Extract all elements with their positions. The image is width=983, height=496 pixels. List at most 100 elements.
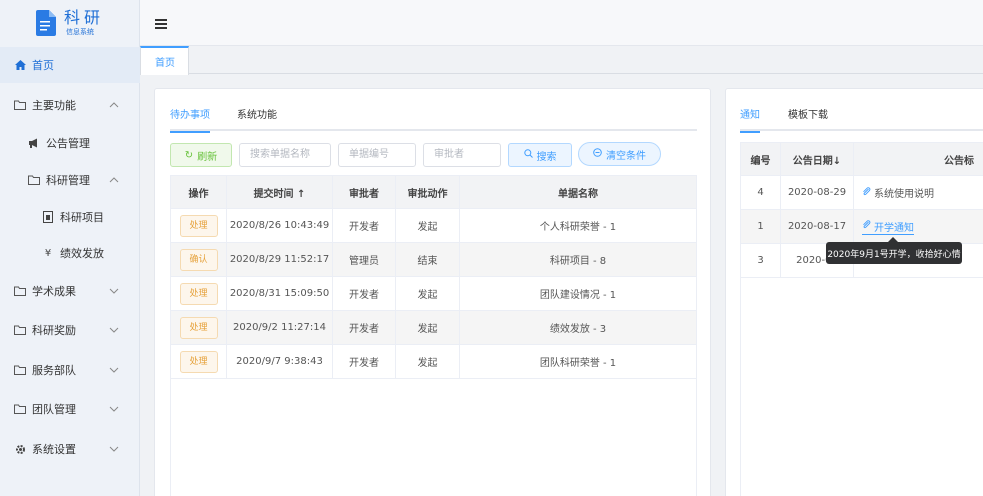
- column-header: 操作: [170, 175, 227, 209]
- sidebar-item-label: 科研奖励: [32, 324, 76, 337]
- table-row: 处理 2020/8/26 10:43:49 开发者 发起 个人科研荣誉 - 1: [170, 208, 697, 243]
- column-header: 公告标: [853, 142, 983, 176]
- submit-time: 2020/8/31 15:09:50: [226, 276, 333, 311]
- sidebar-item-label: 科研管理: [46, 174, 90, 187]
- tab-system-functions[interactable]: 系统功能: [237, 109, 277, 131]
- page-tab-bar: 首页: [140, 46, 983, 75]
- home-icon: [14, 59, 26, 71]
- sidebar-item-label: 主要功能: [32, 99, 76, 112]
- chevron-down-icon: [108, 443, 120, 455]
- sidebar-item-label: 首页: [32, 59, 54, 72]
- chevron-down-icon: [108, 285, 120, 297]
- search-name-input[interactable]: 搜索单据名称: [239, 143, 331, 167]
- notice-title-link[interactable]: 系统使用说明: [862, 185, 934, 200]
- tab-template-download[interactable]: 模板下载: [788, 109, 828, 131]
- column-header-submit-time[interactable]: 提交时间 ↑: [226, 175, 333, 209]
- sidebar-item-label: 服务部队: [32, 364, 76, 377]
- hamburger-menu-icon[interactable]: [155, 18, 167, 30]
- notice-date: 2020-08-29: [780, 175, 854, 210]
- table-row: 处理 2020/8/31 15:09:50 开发者 发起 团队建设情况 - 1: [170, 276, 697, 311]
- folder-icon: [14, 403, 26, 415]
- tab-notice[interactable]: 通知: [740, 109, 760, 133]
- todo-panel: 待办事项 系统功能 ↻ 刷新 搜索单据名称 单据编号 审批者 搜索 清空条件 操…: [154, 88, 711, 496]
- table-row: 处理 2020/9/7 9:38:43 开发者 发起 团队科研荣誉 - 1: [170, 344, 697, 379]
- search-button[interactable]: 搜索: [508, 143, 572, 167]
- confirm-button[interactable]: 确认: [179, 248, 218, 271]
- folder-icon: [28, 174, 40, 186]
- sidebar-item-research-management[interactable]: 科研管理: [0, 169, 140, 191]
- approver: 管理员: [332, 242, 396, 277]
- column-header: 单据名称: [459, 175, 697, 209]
- sidebar-item-service-troops[interactable]: 服务部队: [0, 359, 140, 381]
- submit-time: 2020/9/7 9:38:43: [226, 344, 333, 379]
- sidebar-item-label: 绩效发放: [60, 247, 104, 260]
- submit-time: 2020/8/26 10:43:49: [226, 208, 333, 243]
- notice-tabs: 通知 模板下载: [740, 109, 983, 133]
- clear-filters-button[interactable]: 清空条件: [578, 142, 661, 166]
- document-name: 团队科研荣誉 - 1: [459, 344, 697, 379]
- sidebar-item-research-awards[interactable]: 科研奖励: [0, 319, 140, 341]
- sidebar-item-research-projects[interactable]: 科研项目: [0, 206, 140, 228]
- gear-icon: [14, 443, 26, 455]
- process-button[interactable]: 处理: [179, 214, 218, 237]
- approver: 开发者: [332, 208, 396, 243]
- yen-icon: ¥: [44, 247, 52, 259]
- file-icon: [42, 211, 54, 223]
- table-row: 1 2020-08-17 开学通知: [740, 209, 983, 244]
- approver: 开发者: [332, 276, 396, 311]
- app-logo: 科研 信息系统: [0, 0, 139, 46]
- sidebar-item-label: 学术成果: [32, 285, 76, 298]
- approval-action: 结束: [395, 242, 460, 277]
- sidebar-item-academic-achievements[interactable]: 学术成果: [0, 280, 140, 302]
- sidebar-item-label: 团队管理: [32, 403, 76, 416]
- approver-input[interactable]: 审批者: [423, 143, 501, 167]
- todo-tabs: 待办事项 系统功能: [170, 109, 697, 133]
- notice-number: 1: [740, 209, 781, 244]
- tab-home[interactable]: 首页: [140, 46, 189, 75]
- column-header: 审批者: [332, 175, 396, 209]
- folder-icon: [14, 364, 26, 376]
- refresh-icon: ↻: [184, 149, 194, 161]
- sidebar-item-home[interactable]: 首页: [0, 47, 140, 83]
- attachment-icon: [862, 186, 871, 199]
- megaphone-icon: [28, 137, 40, 149]
- sidebar-item-system-settings[interactable]: 系统设置: [0, 438, 140, 460]
- submit-time: 2020/9/2 11:27:14: [226, 310, 333, 345]
- chevron-up-icon: [108, 99, 120, 111]
- tab-pending[interactable]: 待办事项: [170, 109, 210, 133]
- document-name: 个人科研荣誉 - 1: [459, 208, 697, 243]
- submit-time: 2020/8/29 11:52:17: [226, 242, 333, 277]
- approver: 开发者: [332, 310, 396, 345]
- doc-number-input[interactable]: 单据编号: [338, 143, 416, 167]
- approval-action: 发起: [395, 208, 460, 243]
- refresh-button[interactable]: ↻ 刷新: [170, 143, 232, 167]
- document-name: 团队建设情况 - 1: [459, 276, 697, 311]
- process-button[interactable]: 处理: [179, 316, 218, 339]
- sidebar-item-performance-payout[interactable]: ¥ 绩效发放: [0, 242, 140, 264]
- chevron-down-icon: [108, 324, 120, 336]
- sidebar-item-label: 系统设置: [32, 443, 76, 456]
- process-button[interactable]: 处理: [179, 350, 218, 373]
- sidebar: 科研 信息系统 首页 主要功能 公告管理 科研管理 科研项目 ¥ 绩效发放 学术…: [0, 0, 140, 496]
- sidebar-item-announcements[interactable]: 公告管理: [0, 132, 140, 154]
- notice-number: 4: [740, 175, 781, 210]
- chevron-down-icon: [108, 403, 120, 415]
- notice-number: 3: [740, 243, 781, 278]
- column-header: 审批动作: [395, 175, 460, 209]
- sidebar-item-label: 公告管理: [46, 137, 90, 150]
- notice-panel: 通知 模板下载 编号 公告日期↓ 公告标 4 2020-08-29 系统使用说明: [725, 88, 983, 496]
- approval-action: 发起: [395, 276, 460, 311]
- column-header-notice-date[interactable]: 公告日期↓: [780, 142, 854, 176]
- process-button[interactable]: 处理: [179, 282, 218, 305]
- sidebar-item-team-management[interactable]: 团队管理: [0, 398, 140, 420]
- column-header: 编号: [740, 142, 781, 176]
- approver: 开发者: [332, 344, 396, 379]
- attachment-icon: [862, 220, 871, 232]
- search-icon: [523, 149, 533, 161]
- app-title: 科研: [64, 8, 105, 27]
- todo-table: 操作 提交时间 ↑ 审批者 审批动作 单据名称 处理 2020/8/26 10:…: [170, 175, 697, 379]
- chevron-up-icon: [108, 174, 120, 186]
- notice-title-link[interactable]: 开学通知: [862, 219, 914, 235]
- sidebar-item-main-functions[interactable]: 主要功能: [0, 94, 140, 116]
- app-subtitle: 信息系统: [66, 28, 94, 36]
